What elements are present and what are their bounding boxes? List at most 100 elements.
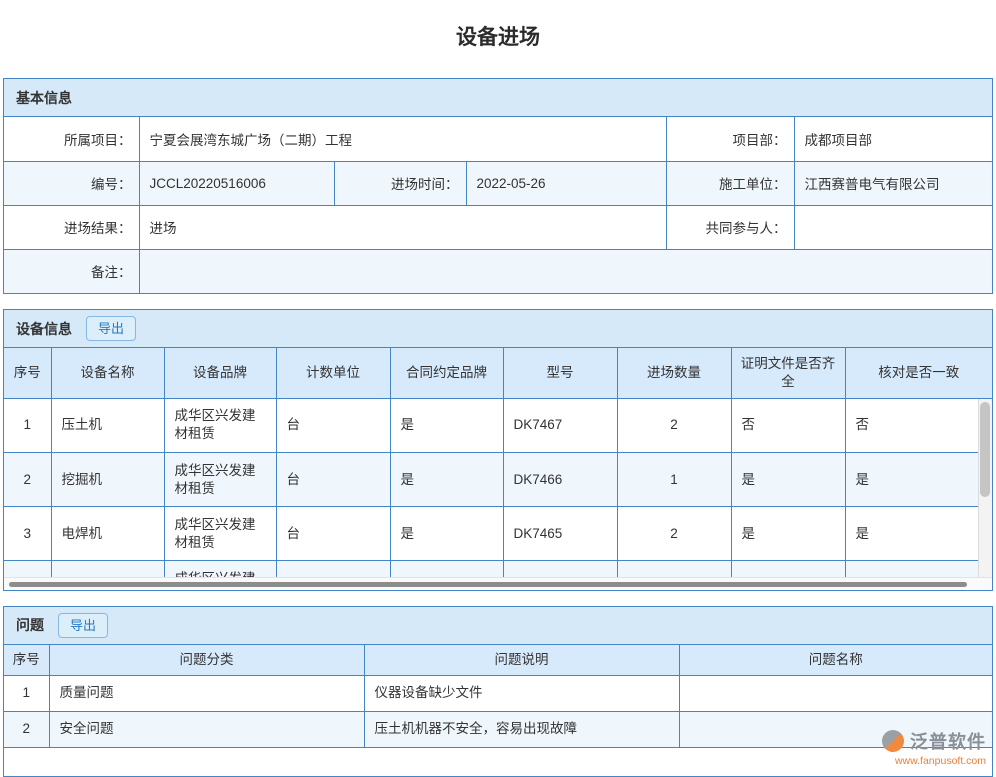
- column-header: 问题分类: [49, 645, 364, 676]
- issues-export-button[interactable]: 导出: [58, 613, 108, 638]
- code-value: JCCL20220516006: [139, 161, 334, 205]
- column-header: 型号: [503, 348, 617, 398]
- table-cell: 是: [731, 507, 845, 561]
- table-cell: 挖掘机: [51, 453, 164, 507]
- column-header: 计数单位: [276, 348, 390, 398]
- table-cell: 是: [845, 453, 992, 507]
- issues-panel: 问题 导出 序号问题分类问题说明问题名称 1质量问题仪器设备缺少文件2安全问题压…: [3, 606, 993, 777]
- page-title: 设备进场: [0, 24, 996, 52]
- horizontal-scrollbar[interactable]: [4, 577, 992, 590]
- result-value: 进场: [139, 205, 666, 249]
- table-cell: [679, 675, 992, 711]
- result-label: 进场结果：: [4, 205, 139, 249]
- column-header: 问题说明: [364, 645, 679, 676]
- code-label: 编号：: [4, 161, 139, 205]
- basic-info-header: 基本信息: [4, 79, 992, 117]
- table-cell: 否: [845, 399, 992, 453]
- equipment-panel: 设备信息 导出 序号设备名称设备品牌计数单位合同约定品牌型号进场数量证明文件是否…: [3, 309, 993, 591]
- table-row[interactable]: 1质量问题仪器设备缺少文件: [4, 675, 992, 711]
- table-cell: 是: [390, 453, 503, 507]
- table-cell: 1: [4, 399, 51, 453]
- table-cell: 是: [845, 507, 992, 561]
- dept-value: 成都项目部: [794, 117, 992, 161]
- equipment-columns-row: 序号设备名称设备品牌计数单位合同约定品牌型号进场数量证明文件是否齐全核对是否一致: [4, 348, 992, 398]
- entry-time-label: 进场时间：: [334, 161, 466, 205]
- table-row[interactable]: 2安全问题压土机机器不安全，容易出现故障: [4, 711, 992, 747]
- vertical-scrollbar-thumb[interactable]: [980, 402, 990, 497]
- table-cell: 台: [276, 453, 390, 507]
- column-header: 合同约定品牌: [390, 348, 503, 398]
- entry-time-value: 2022-05-26: [466, 161, 666, 205]
- column-header: 证明文件是否齐全: [731, 348, 845, 398]
- table-cell: 台: [276, 399, 390, 453]
- column-header: 问题名称: [679, 645, 992, 676]
- table-cell: 台: [276, 507, 390, 561]
- fanpu-logo-icon: [882, 730, 904, 752]
- basic-info-table: 所属项目： 宁夏会展湾东城广场（二期）工程 项目部： 成都项目部 编号： JCC…: [4, 117, 992, 293]
- remark-label: 备注：: [4, 249, 139, 293]
- basic-info-panel: 基本信息 所属项目： 宁夏会展湾东城广场（二期）工程 项目部： 成都项目部 编号…: [3, 78, 993, 294]
- table-cell: 成华区兴发建材租赁: [164, 561, 276, 577]
- column-header: 序号: [4, 645, 49, 676]
- table-cell: 1: [617, 453, 731, 507]
- table-cell: 压土机机器不安全，容易出现故障: [364, 711, 679, 747]
- issues-header: 问题 导出: [4, 607, 992, 645]
- table-row[interactable]: 1压土机成华区兴发建材租赁台是DK74672否否: [4, 399, 992, 453]
- fanpu-brand-name: 泛普软件: [910, 728, 986, 754]
- table-cell: 安全问题: [49, 711, 364, 747]
- issues-table: 序号问题分类问题说明问题名称 1质量问题仪器设备缺少文件2安全问题压土机机器不安…: [4, 645, 992, 748]
- table-cell: [845, 561, 992, 577]
- issues-title: 问题: [16, 615, 44, 635]
- remark-value: [139, 249, 992, 293]
- table-cell: 否: [731, 399, 845, 453]
- table-cell: 成华区兴发建材租赁: [164, 507, 276, 561]
- form-row-code: 编号： JCCL20220516006 进场时间： 2022-05-26 施工单…: [4, 161, 992, 205]
- equipment-header: 设备信息 导出: [4, 310, 992, 348]
- table-row[interactable]: 成华区兴发建材租赁: [4, 561, 992, 577]
- table-row[interactable]: 3电焊机成华区兴发建材租赁台是DK74652是是: [4, 507, 992, 561]
- table-cell: 质量问题: [49, 675, 364, 711]
- equipment-table-body: 1压土机成华区兴发建材租赁台是DK74672否否2挖掘机成华区兴发建材租赁台是D…: [4, 399, 992, 577]
- table-cell: 2: [4, 711, 49, 747]
- table-cell: 是: [731, 453, 845, 507]
- issues-columns-row: 序号问题分类问题说明问题名称: [4, 645, 992, 676]
- equipment-table: 1压土机成华区兴发建材租赁台是DK74672否否2挖掘机成华区兴发建材租赁台是D…: [4, 399, 992, 577]
- dept-label: 项目部：: [666, 117, 794, 161]
- table-cell: 2: [4, 453, 51, 507]
- column-header: 核对是否一致: [845, 348, 992, 398]
- participants-label: 共同参与人：: [666, 205, 794, 249]
- fanpu-logo-row: 泛普软件: [882, 728, 986, 754]
- equipment-export-button[interactable]: 导出: [86, 316, 136, 341]
- column-header: 设备名称: [51, 348, 164, 398]
- table-cell: DK7467: [503, 399, 617, 453]
- column-header: 进场数量: [617, 348, 731, 398]
- table-cell: 2: [617, 399, 731, 453]
- column-header: 序号: [4, 348, 51, 398]
- table-cell: DK7465: [503, 507, 617, 561]
- table-cell: 成华区兴发建材租赁: [164, 399, 276, 453]
- builder-label: 施工单位：: [666, 161, 794, 205]
- table-cell: [51, 561, 164, 577]
- table-cell: 电焊机: [51, 507, 164, 561]
- form-row-remark: 备注：: [4, 249, 992, 293]
- equipment-title: 设备信息: [16, 319, 72, 339]
- table-cell: 1: [4, 675, 49, 711]
- equipment-table-header: 序号设备名称设备品牌计数单位合同约定品牌型号进场数量证明文件是否齐全核对是否一致: [4, 348, 992, 399]
- table-cell: 成华区兴发建材租赁: [164, 453, 276, 507]
- table-row[interactable]: 2挖掘机成华区兴发建材租赁台是DK74661是是: [4, 453, 992, 507]
- table-cell: [390, 561, 503, 577]
- column-header: 设备品牌: [164, 348, 276, 398]
- table-cell: DK7466: [503, 453, 617, 507]
- table-cell: 3: [4, 507, 51, 561]
- horizontal-scrollbar-thumb[interactable]: [9, 582, 967, 587]
- basic-info-title: 基本信息: [16, 88, 72, 108]
- table-cell: 2: [617, 507, 731, 561]
- participants-value: [794, 205, 992, 249]
- issues-panel-footer: [4, 748, 992, 776]
- table-cell: [731, 561, 845, 577]
- form-row-result: 进场结果： 进场 共同参与人：: [4, 205, 992, 249]
- project-value: 宁夏会展湾东城广场（二期）工程: [139, 117, 666, 161]
- table-cell: [4, 561, 51, 577]
- table-cell: 压土机: [51, 399, 164, 453]
- vertical-scrollbar[interactable]: [978, 399, 992, 577]
